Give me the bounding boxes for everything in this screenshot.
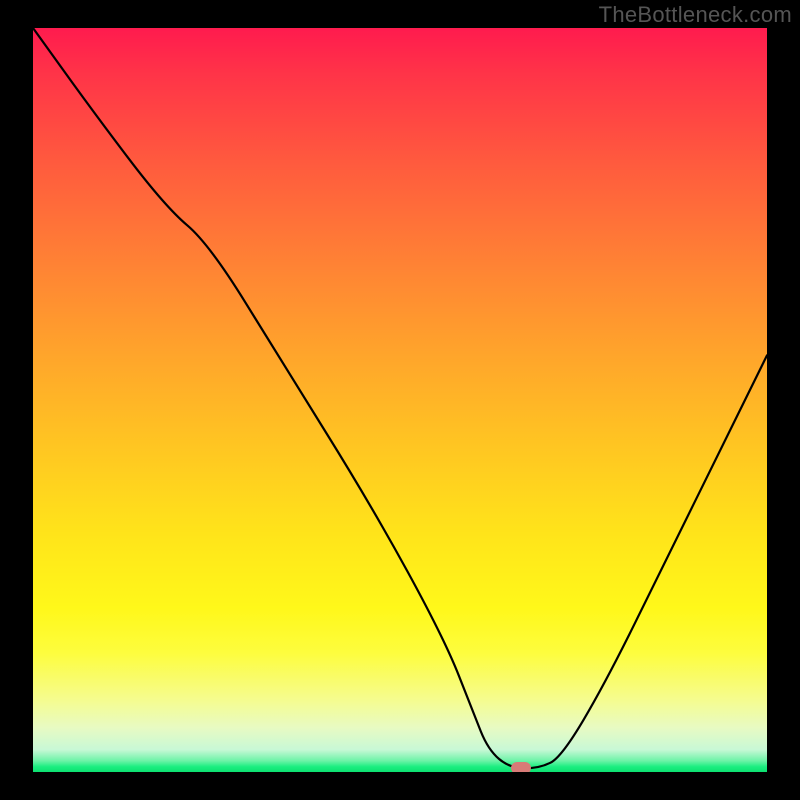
current-config-marker bbox=[511, 762, 531, 772]
plot-area bbox=[33, 28, 767, 772]
chart-frame: TheBottleneck.com bbox=[0, 0, 800, 800]
watermark-text: TheBottleneck.com bbox=[599, 2, 792, 28]
bottleneck-curve bbox=[33, 28, 767, 772]
